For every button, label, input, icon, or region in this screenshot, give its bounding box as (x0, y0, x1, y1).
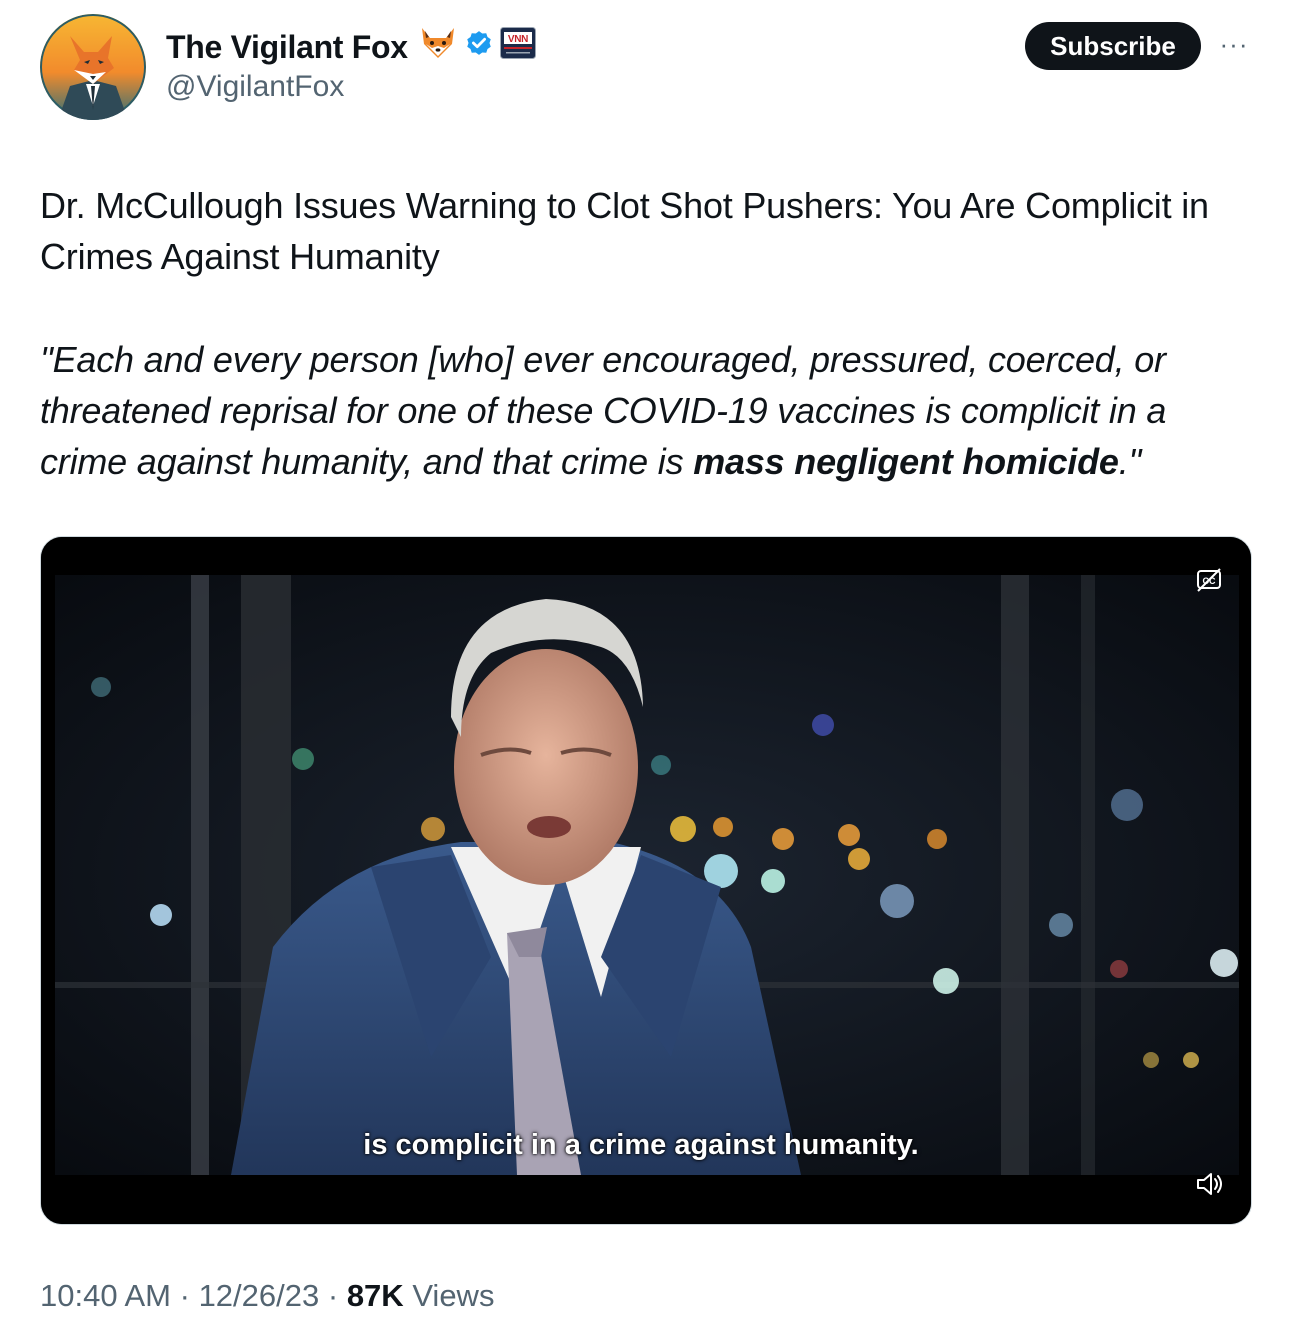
meta-separator: · (179, 1278, 190, 1313)
fox-avatar-image (40, 14, 146, 120)
video-player[interactable]: CC is complicit in a crime against human… (40, 536, 1252, 1225)
tweet-headline: Dr. McCullough Issues Warning to Clot Sh… (40, 185, 1209, 277)
views-label: Views (412, 1278, 495, 1313)
tweet-text: Dr. McCullough Issues Warning to Clot Sh… (40, 180, 1260, 487)
video-frame (41, 537, 1251, 1224)
tweet-quote: "Each and every person [who] ever encour… (40, 334, 1260, 487)
closed-captions-off-icon[interactable]: CC (1195, 567, 1223, 593)
display-name-text: The Vigilant Fox (166, 28, 408, 65)
tweet-meta: 10:40 AM · 12/26/23 · 87K Views (40, 1278, 494, 1314)
subscribe-button[interactable]: Subscribe (1025, 22, 1201, 70)
tweet-date[interactable]: 12/26/23 (199, 1278, 320, 1313)
fox-emoji-icon (418, 26, 458, 68)
quote-text-part2: ." (1118, 441, 1142, 482)
avatar[interactable] (40, 14, 146, 120)
volume-icon[interactable] (1195, 1171, 1225, 1197)
handle[interactable]: @VigilantFox (166, 70, 344, 104)
display-name[interactable]: The Vigilant Fox VNN (166, 26, 542, 68)
vnn-affiliate-logo-icon[interactable]: VNN (499, 27, 536, 67)
quote-emphasis: mass negligent homicide (693, 441, 1119, 482)
vnn-logo-text: VNN (508, 34, 528, 45)
more-options-icon[interactable]: ··· (1216, 31, 1252, 57)
video-caption: is complicit in a crime against humanity… (363, 1129, 919, 1161)
tweet-time[interactable]: 10:40 AM (40, 1278, 171, 1313)
views-count: 87K (346, 1278, 404, 1313)
verified-badge-icon[interactable] (464, 28, 494, 66)
meta-separator: · (327, 1278, 339, 1313)
